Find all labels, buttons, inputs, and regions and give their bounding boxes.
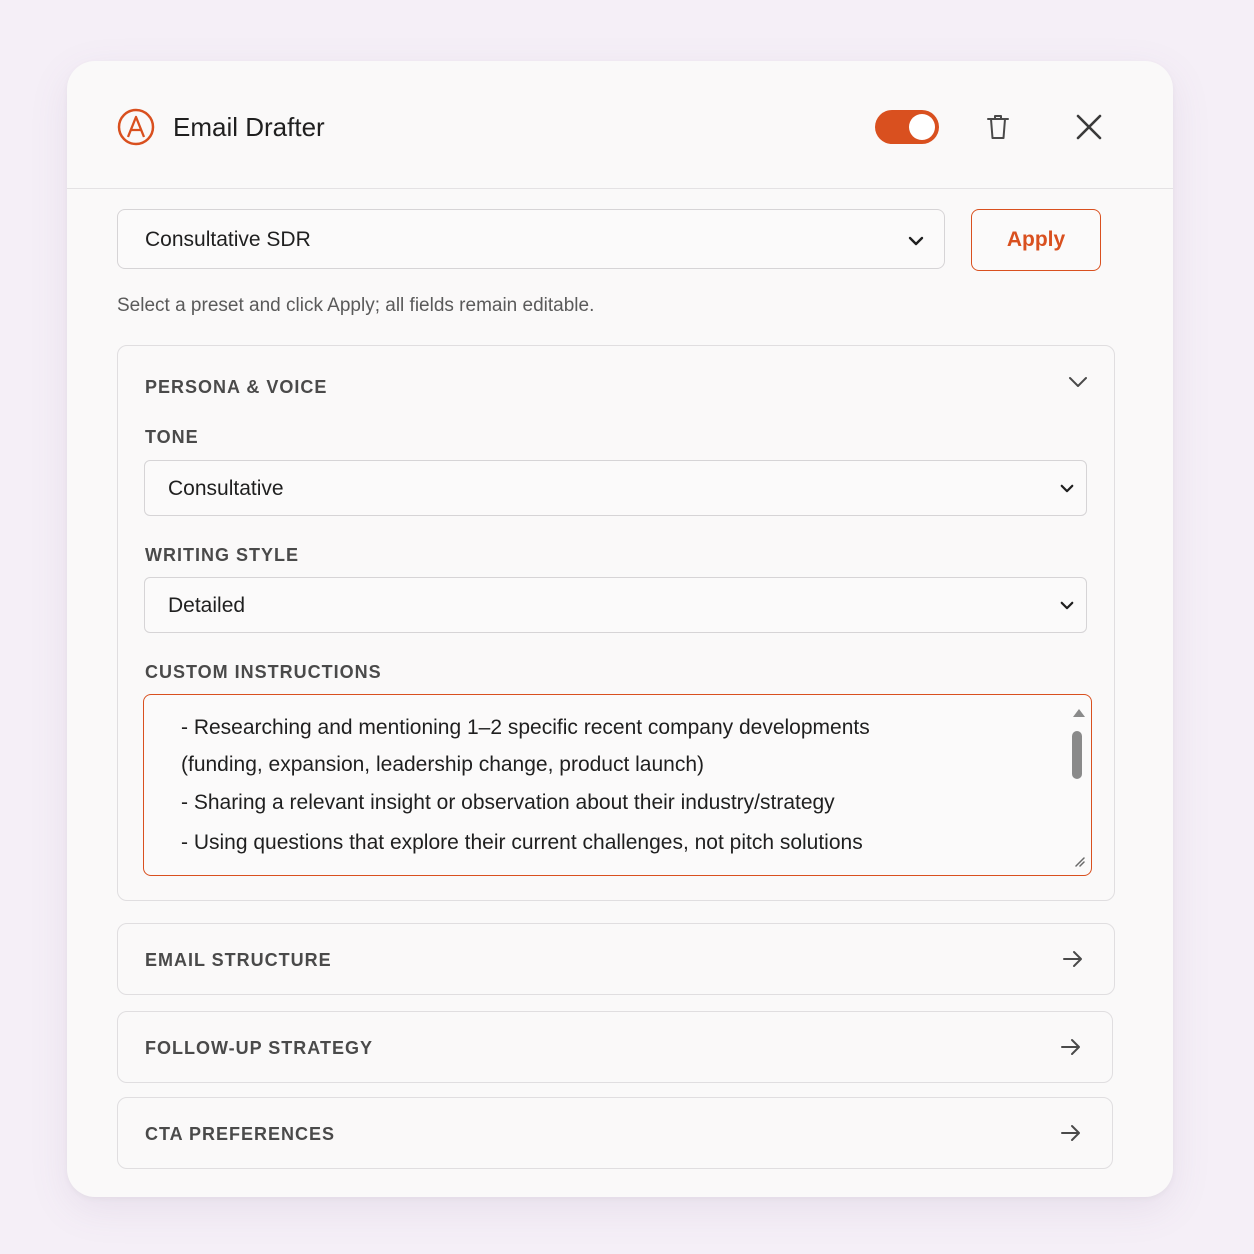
- writing-style-label: WRITING STYLE: [145, 545, 299, 565]
- section-row-label: CTA PREFERENCES: [145, 1124, 336, 1144]
- instruction-line: - Researching and mentioning 1–2 specifi…: [181, 716, 870, 739]
- writing-style-select-value: Detailed: [168, 594, 246, 617]
- preset-select[interactable]: Consultative SDR: [117, 209, 945, 269]
- section-row-label: FOLLOW-UP STRATEGY: [145, 1038, 373, 1058]
- custom-instructions-label: CUSTOM INSTRUCTIONS: [145, 662, 382, 682]
- panel-header: Email Drafter: [67, 61, 1173, 189]
- section-title: PERSONA & VOICE: [145, 377, 328, 397]
- collapse-chevron-icon[interactable]: [1068, 376, 1088, 388]
- resize-handle-icon[interactable]: [1073, 855, 1085, 867]
- custom-instructions-textarea[interactable]: - Researching and mentioning 1–2 specifi…: [143, 694, 1092, 876]
- follow-up-strategy-row[interactable]: FOLLOW-UP STRATEGY: [117, 1011, 1113, 1083]
- close-icon: [1076, 114, 1102, 140]
- panel-title: Email Drafter: [173, 112, 325, 142]
- email-drafter-panel: Email Drafter Consultative SDR Apply Sel…: [67, 61, 1173, 1197]
- preset-select-value: Consultative SDR: [145, 228, 311, 251]
- persona-voice-section: PERSONA & VOICE TONE Consultative WRITIN…: [117, 345, 1115, 901]
- apply-button[interactable]: Apply: [971, 209, 1101, 271]
- toggle-knob: [909, 114, 935, 140]
- scrollbar-thumb[interactable]: [1072, 731, 1082, 779]
- scroll-up-arrow-icon[interactable]: [1073, 709, 1085, 717]
- section-row-label: EMAIL STRUCTURE: [145, 950, 332, 970]
- instruction-line: - Sharing a relevant insight or observat…: [181, 791, 835, 814]
- tone-select[interactable]: Consultative: [144, 460, 1087, 516]
- arrow-right-icon: [1061, 1125, 1080, 1141]
- email-structure-row[interactable]: EMAIL STRUCTURE: [117, 923, 1115, 995]
- instruction-line: (funding, expansion, leadership change, …: [181, 753, 705, 776]
- anthropic-logo-icon: [117, 108, 155, 146]
- close-button[interactable]: [1071, 109, 1107, 145]
- chevron-down-icon: [908, 236, 924, 246]
- delete-button[interactable]: [981, 109, 1015, 145]
- tone-select-value: Consultative: [168, 477, 284, 500]
- chevron-down-icon: [1060, 484, 1074, 493]
- arrow-right-icon: [1063, 951, 1082, 967]
- arrow-right-icon: [1061, 1039, 1080, 1055]
- cta-preferences-row[interactable]: CTA PREFERENCES: [117, 1097, 1113, 1169]
- preset-helper-text: Select a preset and click Apply; all fie…: [117, 295, 595, 316]
- instruction-line: - Using questions that explore their cur…: [181, 831, 863, 854]
- enable-toggle[interactable]: [875, 110, 939, 144]
- tone-label: TONE: [145, 427, 199, 447]
- trash-icon: [987, 115, 1009, 139]
- writing-style-select[interactable]: Detailed: [144, 577, 1087, 633]
- chevron-down-icon: [1060, 601, 1074, 610]
